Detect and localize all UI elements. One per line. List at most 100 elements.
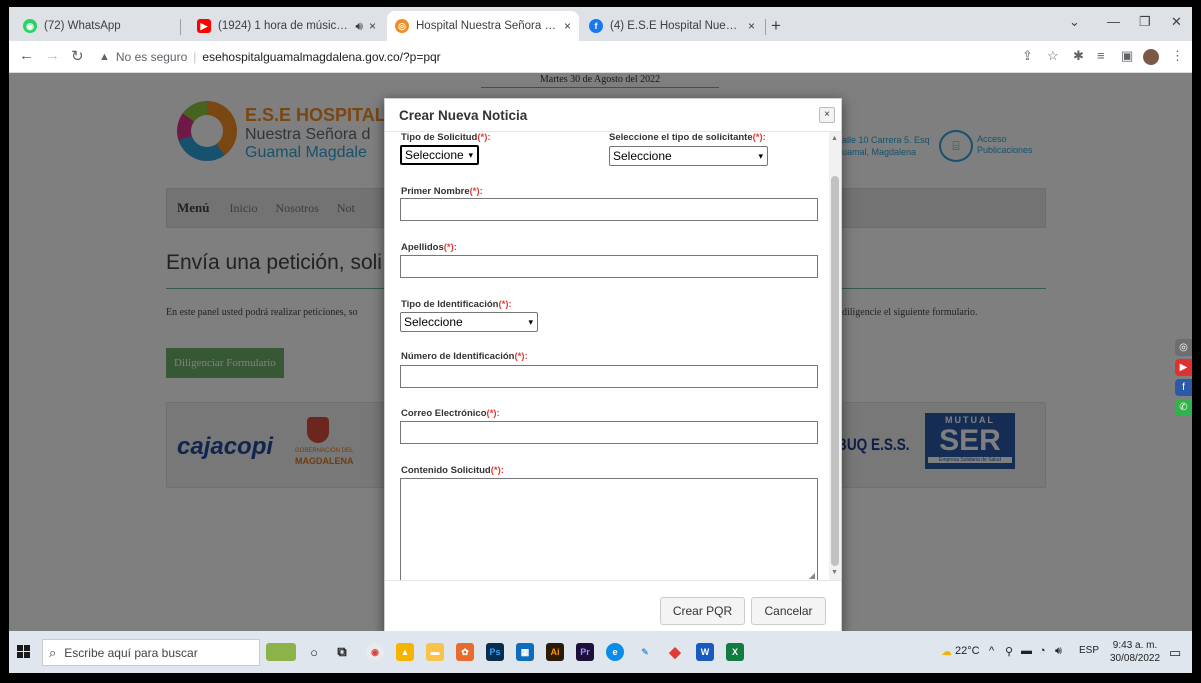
close-window-icon[interactable]: ✕ (1171, 14, 1182, 30)
weather-icon: ☁ (941, 646, 952, 658)
photoshop-icon[interactable]: Ps (486, 643, 504, 661)
label-text: Correo Electrónico (401, 408, 487, 419)
illustrator-icon[interactable]: Ai (546, 643, 564, 661)
edge-icon[interactable]: e (606, 643, 624, 661)
close-tab-icon[interactable]: × (748, 19, 755, 33)
modal-footer: Crear PQR Cancelar (385, 580, 841, 636)
drive-icon[interactable]: ▲ (396, 643, 414, 661)
tab-hospital[interactable]: ◎ Hospital Nuestra Señora del Carm × (387, 11, 579, 41)
search-placeholder: Escribe aquí para buscar (64, 645, 198, 660)
hospital-icon: ◎ (395, 19, 409, 33)
contenido-textarea[interactable]: ◢ (400, 478, 818, 580)
chrome-icon[interactable]: ◉ (366, 643, 384, 661)
language-indicator[interactable]: ESP (1079, 645, 1099, 656)
avatar[interactable] (1143, 49, 1159, 65)
label-text: Contenido Solicitud (401, 465, 491, 476)
modal-body: Tipo de Solicitud(*): Seleccione ▾ Selecc… (385, 132, 829, 580)
crear-noticia-modal: Crear Nueva Noticia × Tipo de Solicitud(… (384, 98, 842, 637)
whatsapp-icon: ◉ (23, 19, 37, 33)
menu-kebab-icon[interactable]: ⋮ (1171, 48, 1184, 64)
numero-identificacion-input[interactable] (400, 365, 818, 388)
facebook-icon: f (589, 19, 603, 33)
required-mark: (*): (443, 242, 457, 253)
word-icon[interactable]: W (696, 643, 714, 661)
minimize-icon[interactable]: — (1107, 14, 1120, 29)
required-mark: (*): (498, 299, 512, 310)
notifications-icon[interactable]: ▭ (1169, 645, 1181, 661)
close-tab-icon[interactable]: × (369, 19, 376, 33)
scroll-up-icon[interactable]: ▲ (831, 135, 838, 142)
excel-icon[interactable]: X (726, 643, 744, 661)
tipo-identificacion-select[interactable]: Seleccione ▾ (400, 312, 538, 332)
new-tab-button[interactable]: + (771, 16, 781, 36)
search-icon: ⌕ (49, 644, 57, 660)
whatsapp-social-icon[interactable]: ✆ (1175, 399, 1192, 416)
tab-title: (72) WhatsApp (44, 20, 121, 32)
anydesk-icon[interactable]: ◆ (666, 643, 684, 661)
cancelar-button[interactable]: Cancelar (751, 597, 826, 625)
forward-icon[interactable]: → (45, 47, 60, 64)
task-view-icon[interactable]: ⧉ (333, 643, 351, 661)
taskbar-search[interactable]: ⌕ Escribe aquí para buscar (42, 639, 260, 666)
numero-identificacion-label: Número de Identificación(*): (401, 351, 528, 362)
clock[interactable]: 9:43 a. m. 30/08/2022 (1110, 639, 1160, 665)
reload-icon[interactable]: ↻ (71, 47, 84, 65)
tab-strip: ◉ (72) WhatsApp ▶ (1924) 1 hora de músic… (9, 7, 1192, 41)
tab-facebook[interactable]: f (4) E.S.E Hospital Nuestra Señora × (581, 11, 763, 41)
correo-label: Correo Electrónico(*): (401, 408, 500, 419)
show-hidden-icons[interactable]: ^ (989, 645, 994, 657)
url-text: esehospitalguamalmagdalena.gov.co/?p=pqr (202, 50, 441, 64)
extensions-icon[interactable]: ✱ (1073, 48, 1084, 64)
share-icon[interactable]: ⇪ (1022, 48, 1033, 64)
reading-list-icon[interactable]: ≡ (1097, 48, 1105, 63)
select-value: Seleccione (613, 149, 672, 163)
modal-scrollbar[interactable]: ▲ ▼ (829, 132, 841, 580)
audio-icon: 🔊︎ (355, 18, 363, 33)
resize-grip-icon[interactable]: ◢ (809, 571, 815, 580)
close-tab-icon[interactable]: × (564, 19, 571, 33)
battery-icon[interactable]: ▬ (1021, 645, 1032, 657)
app-icon[interactable]: ✿ (456, 643, 474, 661)
volume-icon[interactable]: 🔊︎ (1055, 645, 1062, 658)
scroll-down-icon[interactable]: ▼ (831, 569, 838, 576)
file-explorer-icon[interactable]: ▬ (426, 643, 444, 661)
windows-start-icon[interactable] (17, 645, 31, 659)
tab-search-icon[interactable]: ⌄ (1069, 14, 1080, 30)
contenido-label: Contenido Solicitud(*): (401, 465, 504, 476)
tab-title: (1924) 1 hora de música con (218, 20, 349, 32)
tipo-solicitante-select[interactable]: Seleccione ▾ (609, 146, 768, 166)
tab-whatsapp[interactable]: ◉ (72) WhatsApp (15, 11, 180, 41)
tab-youtube[interactable]: ▶ (1924) 1 hora de música con 🔊︎ × (189, 11, 384, 41)
tipo-solicitud-label: Tipo de Solicitud(*): (401, 132, 491, 143)
address-bar[interactable]: ▲ No es seguro | esehospitalguamalmagdal… (99, 45, 979, 69)
bookmark-star-icon[interactable]: ☆ (1047, 48, 1059, 64)
label-text: Apellidos (401, 242, 444, 253)
correo-input[interactable] (400, 421, 818, 444)
youtube-social-icon[interactable]: ▶ (1175, 359, 1192, 376)
clock-time: 9:43 a. m. (1112, 640, 1158, 651)
windows-taskbar: ⌕ Escribe aquí para buscar ○ ⧉ ◉ ▲ ▬ ✿ P… (9, 631, 1192, 673)
wifi-icon[interactable]: ◔ (1039, 645, 1046, 657)
label-text: Tipo de Identificación (401, 299, 499, 310)
side-panel-icon[interactable]: ▣ (1121, 48, 1133, 64)
required-mark: (*): (486, 408, 500, 419)
tipo-identificacion-label: Tipo de Identificación(*): (401, 299, 512, 310)
primer-nombre-input[interactable] (400, 198, 818, 221)
premiere-icon[interactable]: Pr (576, 643, 594, 661)
required-mark: (*): (490, 465, 504, 476)
facebook-social-icon[interactable]: f (1175, 379, 1192, 396)
scroll-thumb[interactable] (831, 176, 839, 566)
modal-close-button[interactable]: × (819, 107, 835, 123)
cortana-icon[interactable]: ○ (305, 643, 323, 661)
weather-temp[interactable]: 22°C (955, 645, 980, 657)
instagram-icon[interactable]: ◎ (1175, 339, 1192, 356)
store-icon[interactable]: ▦ (516, 643, 534, 661)
back-icon[interactable]: ← (19, 47, 34, 64)
crear-pqr-button[interactable]: Crear PQR (660, 597, 745, 625)
search-highlight-icon[interactable] (266, 643, 296, 661)
paint-icon[interactable]: ✎ (636, 643, 654, 661)
apellidos-input[interactable] (400, 255, 818, 278)
restore-icon[interactable]: ❐ (1139, 14, 1151, 30)
tipo-solicitud-select[interactable]: Seleccione ▾ (400, 145, 479, 165)
network-icon[interactable]: ⚲ (1005, 645, 1013, 658)
